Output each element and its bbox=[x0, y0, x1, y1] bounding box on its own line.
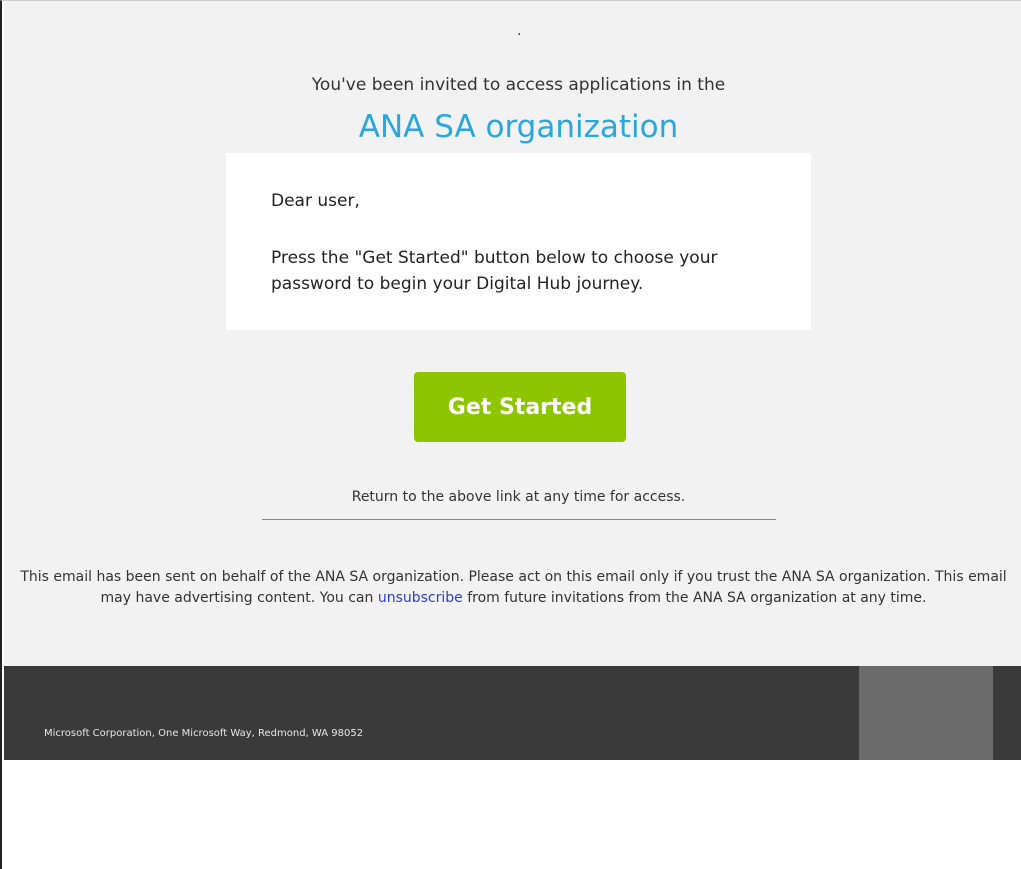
greeting-text: Dear user, bbox=[271, 191, 360, 211]
disclaimer-text: This email has been sent on behalf of th… bbox=[6, 567, 1021, 609]
message-card: Dear user, Press the "Get Started" butto… bbox=[226, 153, 811, 330]
footer: Microsoft Corporation, One Microsoft Way… bbox=[4, 666, 1021, 760]
unsubscribe-link[interactable]: unsubscribe bbox=[378, 590, 463, 606]
organization-name: ANA SA organization bbox=[358, 109, 679, 145]
get-started-button[interactable]: Get Started bbox=[414, 372, 626, 442]
invite-text: You've been invited to access applicatio… bbox=[311, 75, 726, 95]
footer-logo-placeholder bbox=[859, 666, 993, 760]
message-text: Press the "Get Started" button below to … bbox=[271, 248, 718, 294]
email-frame: . You've been invited to access applicat… bbox=[0, 0, 1021, 869]
return-text: Return to the above link at any time for… bbox=[351, 489, 686, 505]
header-dot: . bbox=[517, 23, 522, 39]
footer-address: Microsoft Corporation, One Microsoft Way… bbox=[44, 728, 364, 739]
disclaimer-after-link: from future invitations from the ANA SA … bbox=[462, 590, 927, 606]
email-body: . You've been invited to access applicat… bbox=[4, 1, 1021, 666]
divider bbox=[262, 519, 776, 520]
